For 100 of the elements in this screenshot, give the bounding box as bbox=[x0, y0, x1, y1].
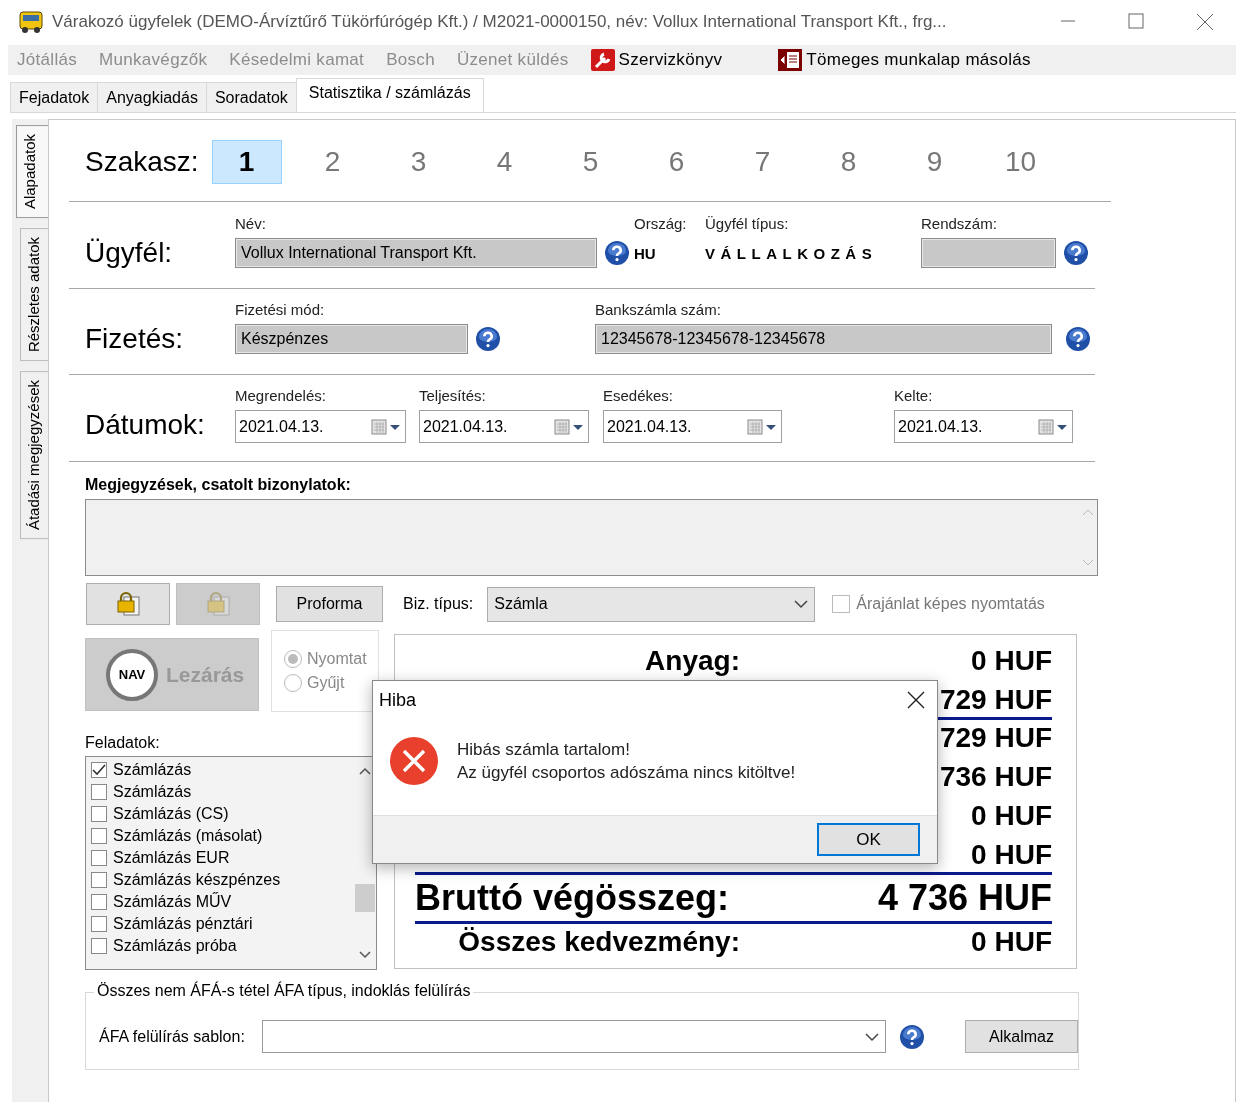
scrollbar-thumb[interactable] bbox=[355, 884, 375, 912]
tab[interactable]: Anyagkiadás bbox=[97, 82, 207, 112]
stage-step[interactable]: 1 bbox=[211, 140, 282, 184]
summary-value: 0 HUF bbox=[971, 926, 1052, 957]
lock-icon bbox=[205, 591, 231, 617]
task-item[interactable]: Számlázás készpénzes bbox=[91, 869, 354, 891]
notes-label: Megjegyzések, csatolt bizonylatok: bbox=[85, 476, 352, 494]
stage-step[interactable]: 10 bbox=[985, 140, 1056, 184]
summary-label: Összes kedvezmény: bbox=[458, 926, 740, 957]
side-tab[interactable]: Alapadatok bbox=[16, 125, 48, 219]
side-tab[interactable]: Részletes adatok bbox=[20, 228, 48, 362]
calendar-icon[interactable] bbox=[1038, 417, 1070, 436]
name-field[interactable]: Vollux International Transport Kft. bbox=[235, 238, 597, 268]
stage-step[interactable]: 2 bbox=[297, 140, 368, 184]
checkmark-icon bbox=[92, 764, 106, 776]
field-label: Kelte: bbox=[894, 387, 934, 406]
dialog-message: Hibás számla tartalom! bbox=[457, 739, 631, 760]
field-label: Bankszámla szám: bbox=[595, 301, 722, 320]
task-item[interactable]: Számlázás bbox=[91, 759, 354, 781]
help-icon[interactable] bbox=[604, 240, 630, 266]
summary-value: 4 736 HUF bbox=[877, 877, 1052, 918]
bank-account-field[interactable]: 12345678-12345678-12345678 bbox=[595, 324, 1052, 354]
date-field[interactable]: 2021.04.13. bbox=[894, 410, 1073, 443]
stage-label: Szakasz: bbox=[85, 146, 199, 178]
stage-step[interactable]: 6 bbox=[641, 140, 712, 184]
dialog-title: Hiba bbox=[379, 689, 417, 711]
calendar-icon[interactable] bbox=[554, 417, 586, 436]
close-icon[interactable] bbox=[907, 691, 925, 709]
field-label: Rendszám: bbox=[921, 215, 998, 234]
task-item[interactable]: Számlázás MŰV bbox=[91, 891, 354, 913]
task-item[interactable]: Számlázás bbox=[91, 781, 354, 803]
section-label: Ügyfél: bbox=[84, 236, 174, 269]
field-label: ÁFA felülírás sablon: bbox=[99, 1027, 246, 1046]
stage-step[interactable]: 5 bbox=[555, 140, 626, 184]
summary-label: Bruttó végösszeg: bbox=[415, 877, 730, 918]
summary-value: 736 HUF bbox=[939, 761, 1052, 792]
summary-value: 0 HUF bbox=[971, 839, 1052, 870]
scroll-up-icon[interactable] bbox=[359, 767, 371, 775]
tab[interactable]: Statisztika / számlázás bbox=[295, 78, 484, 112]
summary-value: 0 HUF bbox=[971, 800, 1052, 831]
summary-value: 0 HUF bbox=[971, 645, 1052, 676]
customer-type-value: VÁLLALKOZÁS bbox=[705, 244, 878, 262]
ok-button[interactable]: OK bbox=[817, 823, 920, 856]
window-title: Várakozó ügyfelek (DEMO-Árvíztűrő Tükörfúrógép Kft.) / M2021-0000150, név: Vollux International Transport Kft., frg... bbox=[52, 11, 948, 32]
chevron-down-icon[interactable] bbox=[794, 599, 809, 609]
summary-value: 729 HUF bbox=[939, 684, 1052, 715]
help-icon[interactable] bbox=[475, 326, 501, 352]
error-icon bbox=[389, 736, 439, 786]
field-label: Fizetési mód: bbox=[235, 301, 326, 320]
field-label: Esedékes: bbox=[603, 387, 675, 406]
lock-icon bbox=[115, 591, 141, 617]
doc-type-label: Biz. típus: bbox=[403, 595, 474, 613]
task-item[interactable]: Számlázás (másolat) bbox=[91, 825, 354, 847]
group-legend: Összes nem ÁFÁ-s tétel ÁFA típus, indoklás felülírás bbox=[94, 982, 474, 1000]
help-icon[interactable] bbox=[898, 1023, 925, 1050]
field-label: Teljesítés: bbox=[419, 387, 487, 406]
stage-step[interactable]: 9 bbox=[899, 140, 970, 184]
menu-item[interactable]: Tömeges munkalap másolás bbox=[778, 49, 1031, 71]
dialog-message: Az ügyfél csoportos adószáma nincs kitöltve! bbox=[457, 762, 796, 783]
calendar-icon[interactable] bbox=[371, 417, 403, 436]
proforma-button[interactable]: Proforma bbox=[276, 586, 383, 622]
summary-value: 729 HUF bbox=[939, 722, 1052, 753]
calendar-icon[interactable] bbox=[747, 417, 779, 436]
tasks-label: Feladatok: bbox=[85, 734, 161, 753]
lock-button[interactable] bbox=[86, 583, 170, 625]
quote-print-checkbox[interactable]: Árajánlat képes nyomtatás bbox=[832, 595, 1045, 613]
tab[interactable]: Soradatok bbox=[205, 82, 297, 112]
date-field[interactable]: 2021.04.13. bbox=[419, 410, 589, 443]
summary-label: Anyag: bbox=[645, 645, 740, 676]
field-label: Megrendelés: bbox=[235, 387, 327, 406]
task-item[interactable]: Számlázás próba bbox=[91, 935, 354, 957]
field-label: Név: bbox=[235, 215, 267, 234]
help-icon[interactable] bbox=[1063, 240, 1089, 266]
apply-button[interactable]: Alkalmaz bbox=[964, 1020, 1078, 1053]
section-label: Fizetés: bbox=[84, 322, 185, 355]
stage-step[interactable]: 4 bbox=[469, 140, 540, 184]
help-icon[interactable] bbox=[1065, 326, 1091, 352]
copy-document-icon bbox=[778, 49, 803, 71]
doc-type-dropdown[interactable]: Számla bbox=[487, 586, 816, 622]
scroll-down-icon[interactable] bbox=[359, 951, 371, 959]
stage-step[interactable]: 7 bbox=[727, 140, 798, 184]
payment-method-field[interactable]: Készpénzes bbox=[235, 324, 468, 354]
stage-step[interactable]: 8 bbox=[813, 140, 884, 184]
field-label: Ország: bbox=[634, 215, 688, 234]
date-field[interactable]: 2021.04.13. bbox=[603, 410, 782, 443]
task-item[interactable]: Számlázás (CS) bbox=[91, 803, 354, 825]
wrench-icon bbox=[590, 49, 615, 71]
field-label: Ügyfél típus: bbox=[705, 215, 790, 234]
date-field[interactable]: 2021.04.13. bbox=[235, 410, 406, 443]
plate-field[interactable] bbox=[921, 238, 1056, 268]
task-item[interactable]: Számlázás EUR bbox=[91, 847, 354, 869]
country-value: HU bbox=[634, 244, 656, 262]
stage-step[interactable]: 3 bbox=[383, 140, 454, 184]
tab[interactable]: Fejadatok bbox=[10, 82, 99, 112]
menu-item[interactable]: Szervizkönyv bbox=[590, 49, 723, 71]
section-label: Dátumok: bbox=[84, 408, 206, 441]
chevron-down-icon[interactable] bbox=[864, 1031, 879, 1042]
bus-icon bbox=[18, 9, 44, 34]
task-item[interactable]: Számlázás pénztári bbox=[91, 913, 354, 935]
side-tab[interactable]: Átadási megjegyzések bbox=[20, 371, 48, 540]
